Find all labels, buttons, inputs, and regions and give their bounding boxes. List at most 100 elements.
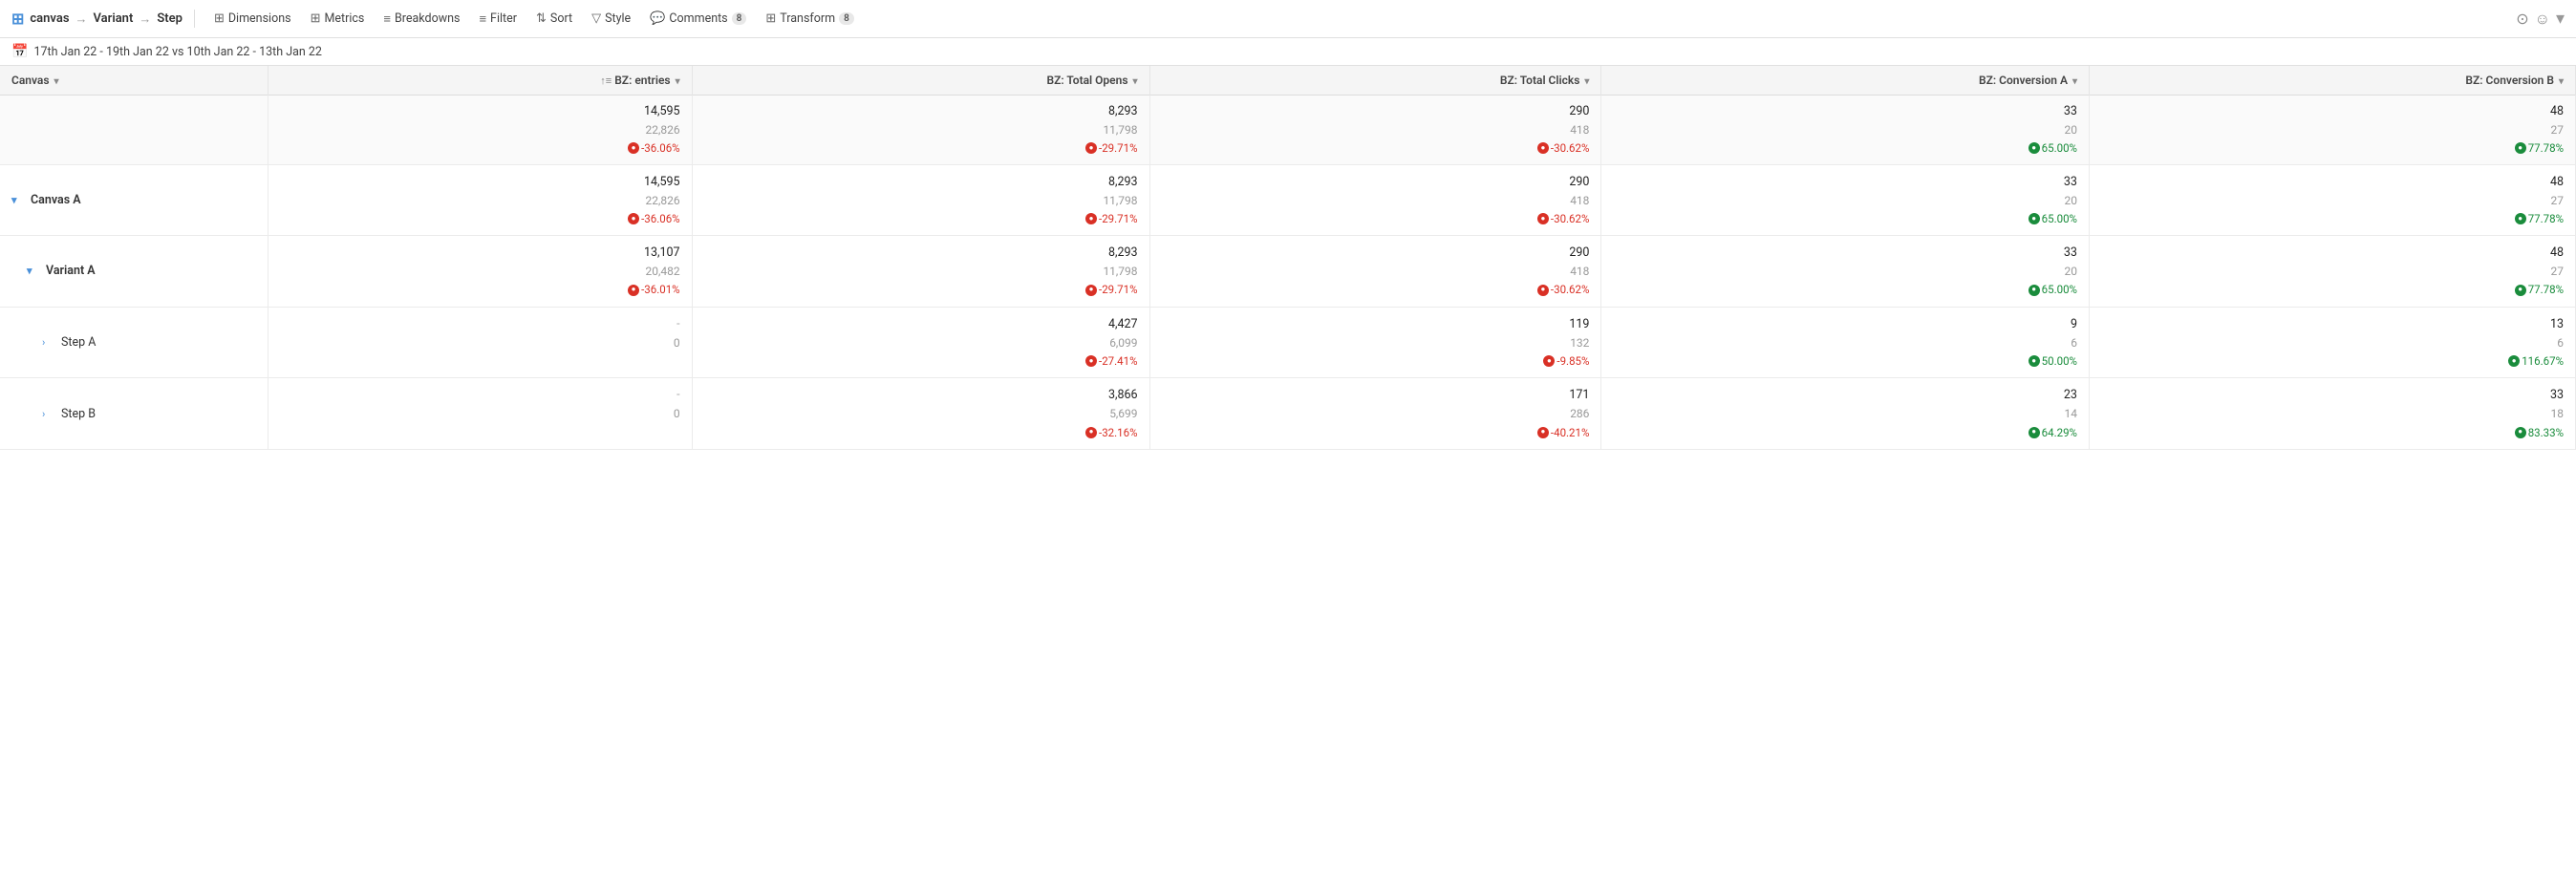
comments-icon: 💬 [650, 11, 665, 26]
step-a-opens-cell: 4,427 6,099 ● -27.41% [692, 307, 1149, 378]
canvas-a-name: Canvas A [31, 193, 81, 207]
variant-a-clicks-v1: 290 [1569, 244, 1589, 263]
variant-a-conv-a-v1: 33 [2064, 244, 2077, 263]
variant-a-conv-a-change: ● 65.00% [2029, 281, 2077, 298]
step-a-opens-v2: 6,099 [1109, 334, 1137, 352]
variant-a-entries-change-val: -36.01% [641, 281, 680, 298]
step-b-clicks-dot: ● [1537, 427, 1549, 438]
table-header-row: Canvas ▾ ↑≡ BZ: entries ▾ BZ: Total Open… [0, 66, 2576, 96]
canvas-a-opens-change: ● -29.71% [1085, 210, 1138, 227]
variant-a-conv-b-v1: 48 [2550, 244, 2564, 263]
variant-a-conv-a-change-val: 65.00% [2042, 281, 2077, 298]
sep-1: → [75, 11, 88, 27]
canvas-a-entries-change-val: -36.06% [641, 210, 680, 227]
transform-badge: 8 [839, 12, 854, 25]
filter-button[interactable]: ≡ Filter [471, 8, 525, 31]
metrics-icon: ⊞ [311, 11, 321, 26]
step-a-label: › Step A [11, 333, 256, 351]
step-b-expand[interactable]: › [42, 408, 55, 420]
variant-a-conv-b-change-val: 77.78% [2528, 281, 2564, 298]
step-a-conv-b-v1: 13 [2550, 315, 2564, 334]
grid-icon: ⊞ [11, 10, 24, 28]
col-conversion-b[interactable]: BZ: Conversion B ▾ [2089, 66, 2575, 96]
col-total-opens[interactable]: BZ: Total Opens ▾ [692, 66, 1149, 96]
canvas-a-opens-cell: 8,293 11,798 ● -29.71% [692, 164, 1149, 236]
col-conversion-a[interactable]: BZ: Conversion A ▾ [1601, 66, 2090, 96]
col-conversion-b-dropdown[interactable]: ▾ [2559, 76, 2564, 87]
extra-icon-1[interactable]: ⊙ [2516, 10, 2528, 28]
step-b-label-cell: › Step B [0, 378, 268, 450]
canvas-a-opens-dot: ● [1085, 213, 1097, 224]
step-a-opens-change-val: -27.41% [1099, 352, 1138, 370]
breakdowns-icon: ≡ [383, 11, 391, 27]
transform-label: Transform [780, 11, 835, 26]
totals-conv-a-dot: ● [2029, 142, 2040, 154]
datebar: 📅 17th Jan 22 - 19th Jan 22 vs 10th Jan … [0, 38, 2576, 66]
col-entries-dropdown[interactable]: ▾ [676, 76, 680, 87]
step-b-opens-change: ● -32.16% [1085, 424, 1138, 441]
step-b-clicks-v1: 171 [1569, 386, 1589, 405]
totals-opens-v2: 11,798 [1103, 121, 1137, 139]
canvas-a-entries-dot: ● [628, 213, 639, 224]
totals-conv-a-cell: 33 20 ● 65.00% [1601, 96, 2090, 165]
metrics-button[interactable]: ⊞ Metrics [303, 8, 373, 30]
col-canvas-dropdown[interactable]: ▾ [54, 76, 59, 87]
canvas-a-conv-a-change: ● 65.00% [2029, 210, 2077, 227]
table-container: Canvas ▾ ↑≡ BZ: entries ▾ BZ: Total Open… [0, 66, 2576, 883]
totals-row: 14,595 22,826 ● -36.06% 8,293 11,798 ● [0, 96, 2576, 165]
variant-a-opens-change: ● -29.71% [1085, 281, 1138, 298]
step-b-clicks-v2: 286 [1570, 405, 1589, 423]
totals-entries-change: ● -36.06% [628, 139, 680, 157]
variant-a-entries-dot: ● [628, 285, 639, 296]
col-entries[interactable]: ↑≡ BZ: entries ▾ [268, 66, 692, 96]
step-a-opens-v1: 4,427 [1108, 315, 1138, 334]
col-conversion-a-dropdown[interactable]: ▾ [2072, 76, 2077, 87]
step-a-conv-a-v2: 6 [2071, 334, 2077, 352]
canvas-a-conv-a-dot: ● [2029, 213, 2040, 224]
step-b-opens-cell: 3,866 5,699 ● -32.16% [692, 378, 1149, 450]
sort-button[interactable]: ⇅ Sort [528, 8, 580, 30]
sep-2: → [139, 11, 151, 27]
variant-a-expand[interactable]: ▾ [27, 265, 40, 277]
col-entries-sort[interactable]: ↑≡ [600, 74, 612, 87]
canvas-a-expand[interactable]: ▾ [11, 194, 25, 206]
breakdowns-label: Breakdowns [395, 11, 460, 26]
col-total-clicks-dropdown[interactable]: ▾ [1584, 76, 1589, 87]
totals-clicks-dot: ● [1537, 142, 1549, 154]
step-b-conv-a-cell: 23 14 ● 64.29% [1601, 378, 2090, 450]
style-button[interactable]: ▽ Style [584, 8, 638, 30]
step-a-entries-v1: - [676, 315, 679, 334]
canvas-a-conv-a-v2: 20 [2064, 192, 2077, 210]
step-a-expand[interactable]: › [42, 336, 55, 349]
dimensions-button[interactable]: ⊞ Dimensions [206, 8, 299, 30]
step-a-conv-a-change-val: 50.00% [2042, 352, 2077, 370]
toolbar-dropdown-arrow[interactable]: ▾ [2556, 9, 2565, 29]
breakdowns-button[interactable]: ≡ Breakdowns [376, 8, 467, 31]
totals-conv-b-dot: ● [2515, 142, 2526, 154]
canvas-a-entries-v1: 14,595 [644, 173, 680, 192]
step-b-conv-b-v2: 18 [2551, 405, 2565, 423]
canvas-a-label-cell: ▾ Canvas A [0, 164, 268, 236]
canvas-a-conv-a-v1: 33 [2064, 173, 2077, 192]
col-total-clicks[interactable]: BZ: Total Clicks ▾ [1149, 66, 1601, 96]
transform-button[interactable]: ⊞ Transform8 [758, 8, 861, 30]
step-b-clicks-change-val: -40.21% [1551, 424, 1590, 441]
step-b-name: Step B [61, 407, 96, 421]
col-conversion-a-label: BZ: Conversion A [1979, 74, 2068, 87]
col-total-opens-dropdown[interactable]: ▾ [1133, 76, 1138, 87]
step-a-clicks-v2: 132 [1570, 334, 1589, 352]
totals-conv-b-v2: 27 [2551, 121, 2565, 139]
step-a-conv-a-v1: 9 [2071, 315, 2077, 334]
step-a-conv-b-change: ● 116.67% [2508, 352, 2564, 370]
metrics-label: Metrics [324, 11, 364, 26]
extra-icon-2[interactable]: ☺ [2535, 10, 2550, 29]
totals-clicks-v2: 418 [1570, 121, 1589, 139]
step-b-entries-v2: 0 [674, 405, 680, 423]
col-canvas[interactable]: Canvas ▾ [0, 66, 268, 96]
canvas-a-clicks-v1: 290 [1569, 173, 1589, 192]
breadcrumb-step: Step [157, 11, 182, 26]
comments-button[interactable]: 💬 Comments8 [642, 8, 754, 30]
totals-entries-change-dot: ● [628, 142, 639, 154]
variant-a-label: ▾ Variant A [11, 262, 256, 280]
step-b-conv-a-v1: 23 [2064, 386, 2077, 405]
